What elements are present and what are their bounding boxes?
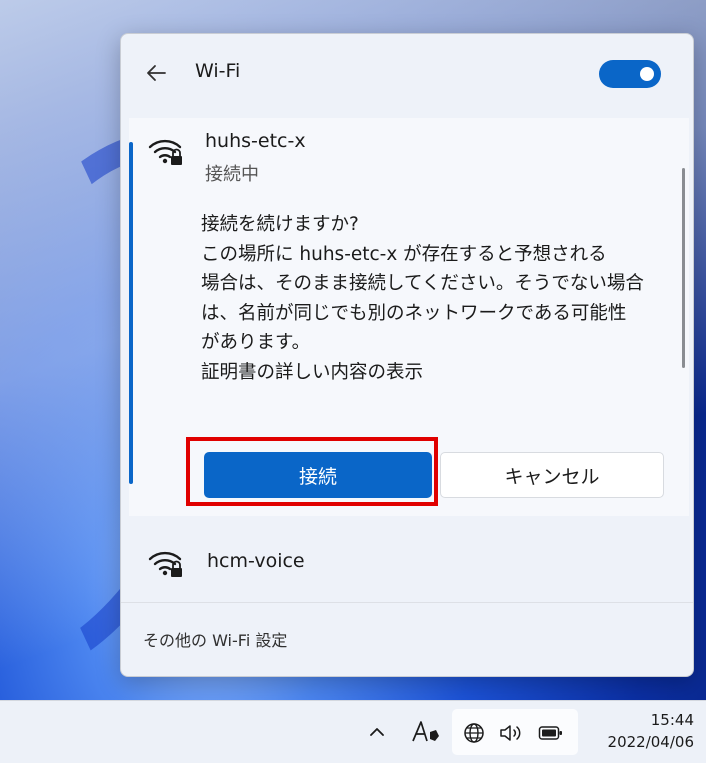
prompt-line: この場所に huhs-etc-x が存在すると予想される bbox=[201, 243, 607, 265]
wifi-secured-icon bbox=[148, 551, 182, 577]
scrollbar-thumb[interactable] bbox=[682, 168, 685, 368]
wifi-secured-icon bbox=[148, 139, 182, 165]
connect-prompt-message: 接続を続けますか? この場所に huhs-etc-x が存在すると予想される 場… bbox=[201, 210, 681, 387]
network-name: hcm-voice bbox=[207, 550, 305, 572]
scrollbar[interactable] bbox=[681, 120, 687, 620]
chevron-up-icon bbox=[370, 728, 384, 736]
prompt-line: 場合は、そのまま接続してください。そうでない場合 bbox=[201, 273, 644, 294]
prompt-line: は、名前が同じでも別のネットワークである可能性 bbox=[201, 302, 627, 324]
volume-icon bbox=[500, 725, 521, 741]
panel-header: Wi-Fi bbox=[121, 34, 693, 114]
panel-footer: その他の Wi-Fi 設定 bbox=[121, 602, 693, 676]
network-item[interactable]: hcm-voice bbox=[121, 528, 693, 598]
quick-settings-button[interactable] bbox=[452, 709, 578, 755]
ime-pen-icon bbox=[412, 721, 439, 742]
back-arrow-icon bbox=[147, 65, 166, 81]
panel-title: Wi-Fi bbox=[195, 60, 241, 82]
more-wifi-settings-link[interactable]: その他の Wi-Fi 設定 bbox=[143, 627, 287, 651]
clock-date: 2022/04/06 bbox=[607, 733, 694, 751]
wifi-panel: Wi-Fi huhs-etc-x 接続中 接続を続けますか? この場所に huh… bbox=[120, 33, 694, 677]
taskbar-clock[interactable]: 15:44 2022/04/06 bbox=[584, 709, 694, 753]
prompt-line: があります。 bbox=[201, 332, 311, 353]
selection-accent-bar bbox=[129, 142, 133, 484]
certificate-details-link[interactable]: 証明書の詳しい内容の表示 bbox=[201, 358, 681, 388]
globe-network-icon bbox=[464, 723, 484, 743]
ime-indicator-button[interactable] bbox=[406, 715, 446, 749]
show-hidden-icons-button[interactable] bbox=[362, 715, 392, 749]
network-name: huhs-etc-x bbox=[205, 130, 306, 152]
clock-time: 15:44 bbox=[650, 711, 694, 729]
network-status: 接続中 bbox=[205, 164, 259, 185]
connect-button[interactable]: 接続 bbox=[204, 452, 432, 498]
prompt-question: 接続を続けますか? bbox=[201, 214, 359, 235]
back-button[interactable] bbox=[139, 56, 173, 90]
wifi-toggle[interactable] bbox=[599, 60, 661, 88]
taskbar: 15:44 2022/04/06 bbox=[0, 700, 706, 763]
toggle-knob bbox=[640, 67, 654, 81]
cancel-button[interactable]: キャンセル bbox=[440, 452, 664, 498]
battery-icon bbox=[538, 726, 562, 740]
